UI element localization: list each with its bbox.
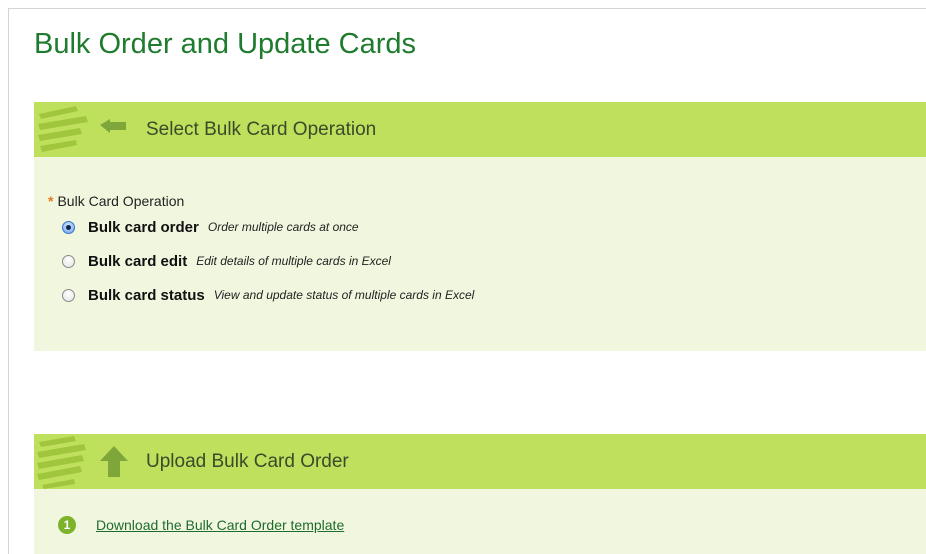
upload-section-body: 1 Download the Bulk Card Order template [34, 489, 926, 554]
option-description: View and update status of multiple cards… [213, 288, 475, 302]
operation-section-body: * Bulk Card Operation Bulk card order Ord… [34, 157, 926, 351]
lines-arrow-up-icon [37, 436, 128, 489]
radio-bulk-card-order[interactable]: Bulk card order Order multiple cards at … [62, 217, 359, 237]
radio-bulk-card-status[interactable]: Bulk card status View and update status … [62, 285, 474, 305]
option-label: Bulk card edit [88, 252, 188, 270]
required-marker: * [48, 193, 54, 209]
operation-section-header: Select Bulk Card Operation [34, 102, 926, 157]
step-number-badge: 1 [58, 516, 76, 534]
radio-selected-icon[interactable] [62, 220, 75, 234]
option-label: Bulk card status [88, 286, 205, 304]
radio-bulk-card-edit[interactable]: Bulk card edit Edit details of multiple … [62, 251, 391, 271]
page-title: Bulk Order and Update Cards [34, 28, 417, 60]
option-label: Bulk card order [88, 218, 199, 236]
upload-section-title: Upload Bulk Card Order [146, 451, 349, 472]
option-description: Order multiple cards at once [207, 220, 359, 234]
download-template-link[interactable]: Download the Bulk Card Order template [96, 517, 344, 533]
radio-icon[interactable] [62, 254, 75, 268]
upload-section-header: Upload Bulk Card Order [34, 434, 926, 489]
bulk-operation-field-label: * Bulk Card Operation [48, 193, 184, 209]
option-description: Edit details of multiple cards in Excel [196, 254, 391, 268]
lines-arrow-left-icon [38, 106, 126, 152]
radio-icon[interactable] [62, 288, 75, 302]
field-label-text: Bulk Card Operation [57, 193, 185, 209]
operation-section-title: Select Bulk Card Operation [146, 119, 377, 140]
